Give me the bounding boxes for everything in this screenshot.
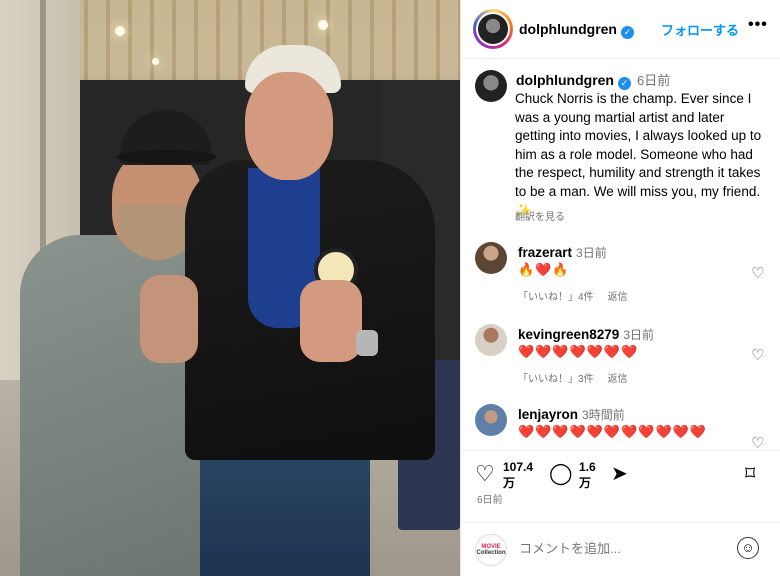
add-comment-input[interactable] bbox=[519, 541, 719, 556]
likes-count[interactable]: 107.4 万 bbox=[503, 459, 543, 491]
caption-text: Chuck Norris is the champ. Ever since I … bbox=[515, 91, 762, 218]
verified-check-icon: ✓ bbox=[620, 26, 634, 39]
ceiling-lamp bbox=[152, 58, 159, 65]
header-username-text[interactable]: dolphlundgren bbox=[519, 21, 617, 37]
thumbs-up-right bbox=[300, 280, 362, 362]
comment-username: kevingreen8279 3日前 bbox=[518, 326, 654, 343]
caption-avatar[interactable] bbox=[475, 70, 507, 102]
reply-button[interactable]: 返信 bbox=[608, 292, 628, 303]
comment-bubble-icon[interactable]: ◯ bbox=[549, 461, 573, 486]
story-ring[interactable] bbox=[473, 9, 513, 49]
comment-meta: 「いいね！」4件 返信 bbox=[518, 288, 642, 303]
comment-text: ❤️❤️❤️❤️❤️❤️❤️❤️❤️❤️❤️ bbox=[518, 424, 708, 439]
comment-username-text[interactable]: frazerart bbox=[518, 245, 572, 260]
comment-username: frazerart 3日前 bbox=[518, 244, 607, 261]
follow-button[interactable]: フォローする bbox=[661, 20, 739, 39]
ceiling-lamp bbox=[318, 20, 328, 30]
translate-link[interactable]: 翻訳を見る bbox=[515, 208, 565, 223]
verified-check-icon: ✓ bbox=[617, 77, 631, 90]
comments-scroll-area[interactable]: dolphlundgren ✓ 6日前 Chuck Norris is the ch… bbox=[461, 60, 780, 450]
comment-time: 3時間前 bbox=[582, 408, 625, 422]
comment-username: lenjayron 3時間前 bbox=[518, 406, 625, 423]
photo-pipe bbox=[40, 0, 46, 260]
caption-time[interactable]: 6日前 bbox=[637, 73, 670, 88]
add-comment-bar: MOVIECollection ☺ bbox=[461, 522, 780, 576]
movie-collection-logo: MOVIE Collection bbox=[475, 534, 507, 566]
comment-likes[interactable]: 「いいね！」3件 bbox=[518, 374, 594, 385]
comment-time: 3日前 bbox=[623, 328, 655, 342]
caption-username-text[interactable]: dolphlundgren bbox=[516, 72, 614, 88]
comment-username-text[interactable]: kevingreen8279 bbox=[518, 327, 619, 342]
avatar[interactable] bbox=[478, 14, 508, 44]
comment-avatar[interactable] bbox=[475, 242, 507, 274]
comment-text: ❤️❤️❤️❤️❤️❤️❤️ bbox=[518, 344, 639, 359]
comment-meta: 「いいね！」3件 返信 bbox=[518, 370, 642, 385]
post-header: dolphlundgren ✓ フォローする ••• bbox=[461, 0, 780, 59]
post-date: 6日前 bbox=[477, 495, 503, 506]
comment-username-text[interactable]: lenjayron bbox=[518, 407, 578, 422]
comment-item: lenjayron 3時間前 ❤️❤️❤️❤️❤️❤️❤️❤️❤️❤️❤️ ♡ bbox=[461, 404, 780, 450]
heart-icon[interactable]: ♡ bbox=[751, 346, 764, 364]
caption-username: dolphlundgren ✓ 6日前 bbox=[516, 70, 670, 90]
post-side-panel: dolphlundgren ✓ フォローする ••• dolphlundgren ✓… bbox=[460, 0, 780, 576]
heart-icon[interactable]: ♡ bbox=[751, 264, 764, 282]
story-ring-inner bbox=[476, 12, 510, 46]
person-right-head bbox=[245, 72, 333, 180]
smiley-icon[interactable]: ☺ bbox=[737, 537, 759, 559]
person-right-jeans bbox=[200, 440, 370, 576]
thumbs-up-left bbox=[140, 275, 198, 363]
person-left-cap-brim bbox=[116, 150, 216, 164]
comment-time: 3日前 bbox=[576, 246, 607, 260]
comment-avatar[interactable] bbox=[475, 404, 507, 436]
heart-icon[interactable]: ♡ bbox=[475, 461, 495, 487]
comment-text: 🔥❤️🔥 bbox=[518, 262, 570, 277]
comment-item: frazerart 3日前 🔥❤️🔥 「いいね！」4件 返信 ♡ bbox=[461, 242, 780, 322]
logo-bottom: Collection bbox=[476, 550, 506, 556]
heart-icon[interactable]: ♡ bbox=[751, 434, 764, 450]
comment-likes[interactable]: 「いいね！」4件 bbox=[518, 292, 594, 303]
post-actions-bar: ♡ 107.4 万 ◯ 1.6 万 ➤ ⌑ 6日前 bbox=[461, 450, 780, 510]
bookmark-icon[interactable]: ⌑ bbox=[745, 461, 755, 486]
post-photo bbox=[0, 0, 460, 576]
reply-button[interactable]: 返信 bbox=[608, 374, 628, 385]
more-options-icon[interactable]: ••• bbox=[748, 16, 768, 34]
comment-item: kevingreen8279 3日前 ❤️❤️❤️❤️❤️❤️❤️ 「いいね！」3… bbox=[461, 324, 780, 404]
comment-avatar[interactable] bbox=[475, 324, 507, 356]
header-username[interactable]: dolphlundgren ✓ bbox=[519, 21, 634, 39]
ceiling-lamp bbox=[115, 26, 125, 36]
wristwatch bbox=[356, 330, 378, 356]
paper-plane-icon[interactable]: ➤ bbox=[611, 461, 628, 486]
